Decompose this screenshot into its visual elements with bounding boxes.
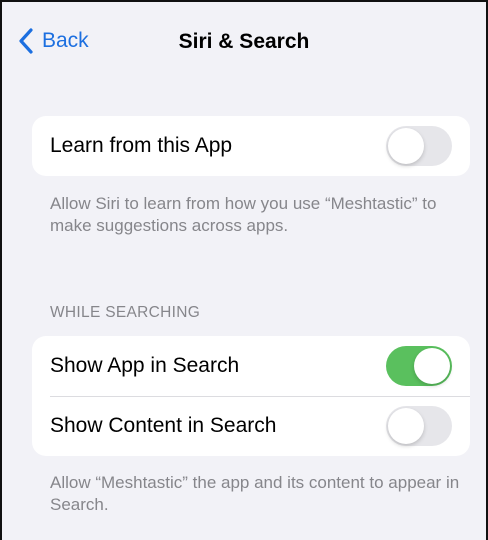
toggle-knob	[388, 128, 424, 164]
show-app-in-search-toggle[interactable]	[386, 346, 452, 386]
show-content-in-search-toggle[interactable]	[386, 406, 452, 446]
settings-screen: Back Siri & Search Learn from this App A…	[0, 0, 488, 540]
learn-group: Learn from this App	[32, 116, 470, 176]
show-app-in-search-label: Show App in Search	[50, 354, 240, 377]
show-content-in-search-label: Show Content in Search	[50, 414, 277, 437]
page-title: Siri & Search	[178, 30, 310, 53]
show-app-in-search-row: Show App in Search	[32, 336, 470, 396]
learn-from-app-row: Learn from this App	[32, 116, 470, 176]
learn-from-app-label: Learn from this App	[50, 134, 233, 157]
search-group: Show App in Search Show Content in Searc…	[32, 336, 470, 456]
section-header-while-searching: WHILE SEARCHING	[50, 304, 201, 321]
navigation-bar: Back Siri & Search	[2, 2, 486, 82]
learn-from-app-toggle[interactable]	[386, 126, 452, 166]
learn-footnote: Allow Siri to learn from how you use “Me…	[50, 194, 437, 235]
toggle-knob	[388, 408, 424, 444]
row-divider	[50, 396, 470, 397]
show-content-in-search-row: Show Content in Search	[32, 396, 470, 456]
search-footnote: Allow “Meshtastic” the app and its conte…	[50, 473, 460, 514]
toggle-knob	[414, 348, 450, 384]
